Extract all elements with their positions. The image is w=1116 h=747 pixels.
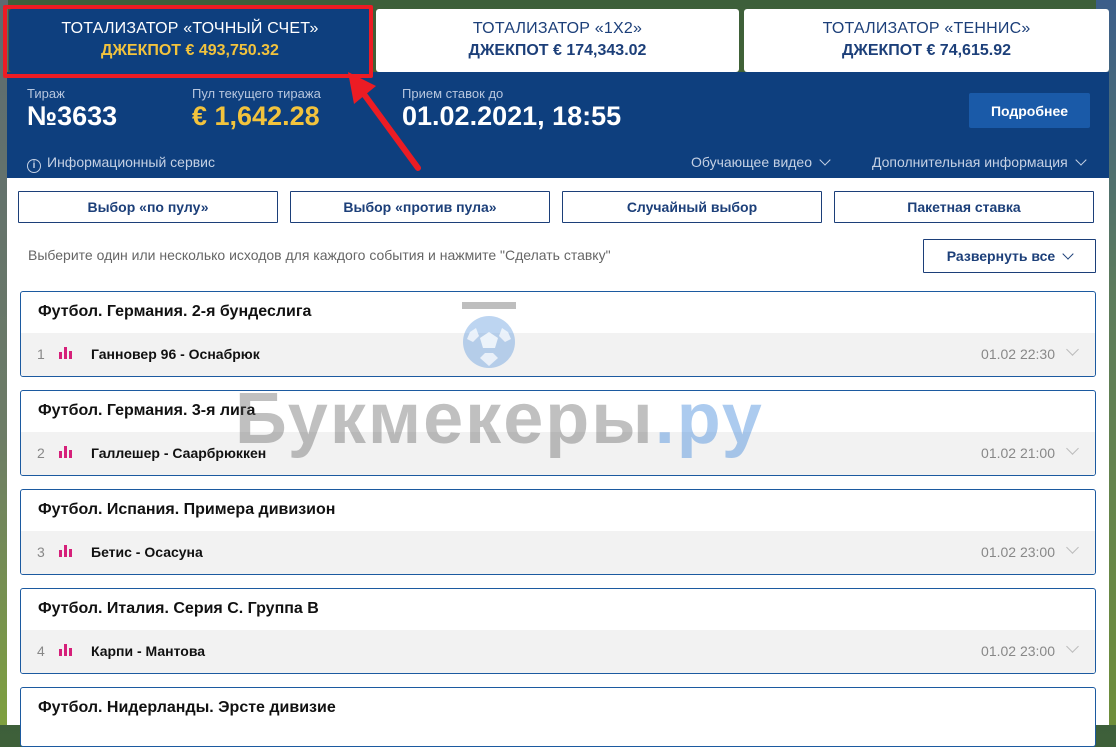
deadline-label: Прием ставок до	[402, 86, 504, 101]
mode-by-pool-button[interactable]: Выбор «по пулу»	[18, 191, 278, 223]
chevron-down-icon[interactable]	[1066, 343, 1079, 356]
chevron-down-icon[interactable]	[1066, 442, 1079, 455]
additional-info-label: Дополнительная информация	[872, 154, 1068, 170]
info-service-link[interactable]: i Информационный сервис	[27, 154, 215, 173]
event-card: Футбол. Нидерланды. Эрсте дивизие	[20, 687, 1096, 747]
tutorial-video-label: Обучающее видео	[691, 154, 813, 170]
match-number: 3	[37, 544, 45, 560]
pool-label: Пул текущего тиража	[192, 86, 321, 101]
league-title: Футбол. Испания. Примера дивизион	[38, 501, 336, 518]
match-date: 01.02 23:00	[981, 544, 1055, 560]
tab-jackpot: ДЖЕКПОТ € 174,343.02	[468, 42, 647, 59]
draw-info-panel: Тираж №3633 Пул текущего тиража € 1,642.…	[7, 72, 1109, 178]
match-date: 01.02 22:30	[981, 346, 1055, 362]
pool-value: € 1,642.28	[192, 101, 320, 131]
statistics-icon[interactable]	[59, 545, 75, 557]
chevron-down-icon	[1075, 154, 1087, 166]
league-title: Футбол. Германия. 3-я лига	[38, 402, 256, 419]
tab-tennis[interactable]: ТОТАЛИЗАТОР «ТЕННИС» ДЖЕКПОТ € 74,615.92	[744, 9, 1109, 72]
match-date: 01.02 21:00	[981, 445, 1055, 461]
mode-batch-button[interactable]: Пакетная ставка	[834, 191, 1094, 223]
match-row[interactable]: 3 Бетис - Осасуна 01.02 23:00	[21, 531, 1095, 574]
tab-1x2[interactable]: ТОТАЛИЗАТОР «1Х2» ДЖЕКПОТ € 174,343.02	[376, 9, 739, 72]
tab-title: ТОТАЛИЗАТОР «ТОЧНЫЙ СЧЕТ»	[61, 20, 319, 37]
match-row[interactable]: 2 Галлешер - Саарбрюккен 01.02 21:00	[21, 432, 1095, 475]
event-card: Футбол. Италия. Серия С. Группа B 4 Карп…	[20, 588, 1096, 674]
match-number: 1	[37, 346, 45, 362]
match-row[interactable]: 4 Карпи - Мантова 01.02 23:00	[21, 630, 1095, 673]
info-service-label: Информационный сервис	[47, 154, 215, 170]
match-teams: Карпи - Мантова	[91, 643, 206, 659]
tutorial-video-dropdown[interactable]: Обучающее видео	[691, 154, 831, 170]
expand-all-label: Развернуть все	[946, 248, 1056, 264]
deadline-value: 01.02.2021, 18:55	[402, 101, 622, 131]
more-details-button[interactable]: Подробнее	[969, 93, 1090, 128]
main-content: Выбор «по пулу» Выбор «против пула» Случ…	[7, 178, 1109, 747]
tab-jackpot: ДЖЕКПОТ € 493,750.32	[101, 42, 279, 59]
chevron-down-icon	[819, 154, 831, 166]
mode-random-button[interactable]: Случайный выбор	[562, 191, 822, 223]
tab-title: ТОТАЛИЗАТОР «1Х2»	[472, 20, 643, 37]
event-card: Футбол. Германия. 2-я бундеслига 1 Ганно…	[20, 291, 1096, 377]
statistics-icon[interactable]	[59, 347, 75, 359]
info-icon: i	[27, 159, 41, 173]
match-teams: Галлешер - Саарбрюккен	[91, 445, 267, 461]
statistics-icon[interactable]	[59, 644, 75, 656]
match-teams: Ганновер 96 - Оснабрюк	[91, 346, 260, 362]
tab-jackpot: ДЖЕКПОТ € 74,615.92	[842, 42, 1011, 59]
match-number: 2	[37, 445, 45, 461]
chevron-down-icon	[1062, 248, 1074, 260]
event-card: Футбол. Испания. Примера дивизион 3 Бети…	[20, 489, 1096, 575]
match-date: 01.02 23:00	[981, 643, 1055, 659]
match-teams: Бетис - Осасуна	[91, 544, 203, 560]
tab-exact-score[interactable]: ТОТАЛИЗАТОР «ТОЧНЫЙ СЧЕТ» ДЖЕКПОТ € 493,…	[9, 9, 371, 72]
draw-label: Тираж	[27, 86, 65, 101]
tab-title: ТОТАЛИЗАТОР «ТЕННИС»	[822, 20, 1031, 37]
event-card: Футбол. Германия. 3-я лига 2 Галлешер - …	[20, 390, 1096, 476]
statistics-icon[interactable]	[59, 446, 75, 458]
league-title: Футбол. Италия. Серия С. Группа B	[38, 600, 319, 617]
chevron-down-icon[interactable]	[1066, 541, 1079, 554]
additional-info-dropdown[interactable]: Дополнительная информация	[872, 154, 1087, 170]
match-row[interactable]: 1 Ганновер 96 - Оснабрюк 01.02 22:30	[21, 333, 1095, 376]
instruction-text: Выберите один или несколько исходов для …	[28, 247, 611, 263]
league-title: Футбол. Нидерланды. Эрсте дивизие	[38, 699, 336, 716]
match-number: 4	[37, 643, 45, 659]
mode-against-pool-button[interactable]: Выбор «против пула»	[290, 191, 550, 223]
draw-number: №3633	[27, 101, 118, 131]
chevron-down-icon[interactable]	[1066, 640, 1079, 653]
expand-all-button[interactable]: Развернуть все	[923, 239, 1096, 273]
league-title: Футбол. Германия. 2-я бундеслига	[38, 303, 312, 320]
